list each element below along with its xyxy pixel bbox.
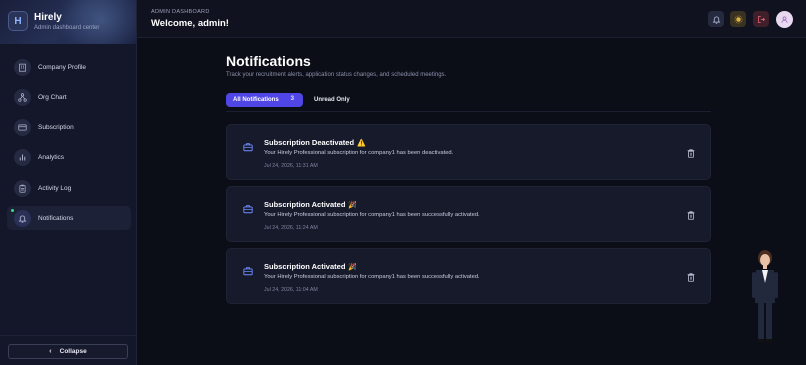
logout-button[interactable] xyxy=(753,11,769,27)
bar-chart-icon xyxy=(14,149,31,167)
collapse-label: Collapse xyxy=(59,348,87,355)
sidebar-item-company-profile[interactable]: Company Profile xyxy=(7,55,131,79)
brand-name: Hirely xyxy=(34,12,62,23)
sun-icon xyxy=(734,15,742,23)
logout-icon xyxy=(757,15,765,23)
notification-timestamp: Jul 24, 2026, 11:24 AM xyxy=(264,225,318,231)
briefcase-icon xyxy=(243,205,253,214)
notification-title-text: Subscription Activated xyxy=(264,262,346,271)
notification-tabs: All Notifications 3 Unread Only xyxy=(226,92,711,112)
notification-message: Your Hirely Professional subscription fo… xyxy=(264,274,480,280)
notification-title: Subscription Deactivated ⚠️ xyxy=(264,138,366,147)
header-eyebrow: ADMIN DASHBOARD xyxy=(151,9,210,15)
sidebar-item-subscription[interactable]: Subscription xyxy=(7,116,131,140)
trash-icon[interactable] xyxy=(687,211,695,220)
sidebar-item-analytics[interactable]: Analytics xyxy=(7,146,131,170)
sidebar-item-label: Company Profile xyxy=(38,63,87,71)
sidebar: H Hirely Admin dashboard center Company … xyxy=(0,0,137,365)
notifications-button[interactable] xyxy=(708,11,724,27)
collapse-button[interactable]: ‹ Collapse xyxy=(8,344,128,359)
sidebar-item-label: Activity Log xyxy=(38,184,72,192)
sidebar-item-org-chart[interactable]: Org Chart xyxy=(7,85,131,109)
tab-all-notifications[interactable]: All Notifications 3 xyxy=(226,93,303,107)
welcome-heading: Welcome, admin! xyxy=(151,18,229,29)
hirely-logo: H xyxy=(8,11,28,31)
bell-icon xyxy=(712,16,720,24)
org-chart-icon xyxy=(14,88,31,106)
sidebar-item-notifications[interactable]: Notifications xyxy=(7,206,131,231)
notification-timestamp: Jul 24, 2026, 11:31 AM xyxy=(264,163,318,169)
briefcase-icon xyxy=(243,143,253,152)
notification-title-text: Subscription Activated xyxy=(264,200,346,209)
sidebar-item-label: Notifications xyxy=(38,214,74,222)
tab-count-badge: 3 xyxy=(290,96,294,102)
notification-timestamp: Jul 24, 2026, 11:04 AM xyxy=(264,287,318,293)
notification-title: Subscription Activated 🎉 xyxy=(264,262,357,271)
notification-title: Subscription Activated 🎉 xyxy=(264,200,357,209)
warning-emoji-icon: ⚠️ xyxy=(357,140,366,147)
sidebar-item-label: Analytics xyxy=(38,154,65,162)
bell-icon xyxy=(14,209,31,227)
brand-subtitle: Admin dashboard center xyxy=(34,25,100,31)
tab-unread-only[interactable]: Unread Only xyxy=(314,97,350,103)
building-icon xyxy=(14,58,31,76)
notification-card[interactable]: Subscription Deactivated ⚠️ Your Hirely P… xyxy=(226,124,711,180)
page-subtitle: Track your recruitment alerts, applicati… xyxy=(226,72,447,78)
clipboard-icon xyxy=(14,179,31,197)
trash-icon[interactable] xyxy=(687,273,695,282)
page-title: Notifications xyxy=(226,53,311,69)
credit-card-icon xyxy=(14,119,31,137)
chevron-left-icon: ‹ xyxy=(49,348,52,355)
top-header: ADMIN DASHBOARD Welcome, admin! xyxy=(137,0,806,38)
trash-icon[interactable] xyxy=(687,149,695,158)
brand-header[interactable]: H Hirely Admin dashboard center xyxy=(0,0,136,44)
briefcase-icon xyxy=(243,267,253,276)
party-popper-emoji-icon: 🎉 xyxy=(348,202,358,209)
theme-toggle-button[interactable] xyxy=(730,11,746,27)
assistant-avatar-figure[interactable] xyxy=(748,248,782,348)
notification-message: Your Hirely Professional subscription fo… xyxy=(264,212,480,218)
notification-title-text: Subscription Deactivated xyxy=(264,138,355,147)
notification-message: Your Hirely Professional subscription fo… xyxy=(264,150,454,156)
sidebar-footer: ‹ Collapse xyxy=(0,335,137,365)
sidebar-item-label: Org Chart xyxy=(38,93,67,101)
notification-card[interactable]: Subscription Activated 🎉 Your Hirely Prof… xyxy=(226,248,711,304)
sidebar-item-activity-log[interactable]: Activity Log xyxy=(7,176,131,200)
sidebar-nav: Company Profile Org Chart Subscription A… xyxy=(7,55,131,237)
sidebar-item-label: Subscription xyxy=(38,124,74,132)
party-popper-emoji-icon: 🎉 xyxy=(348,264,358,271)
tab-label: All Notifications xyxy=(233,97,279,103)
notification-card[interactable]: Subscription Activated 🎉 Your Hirely Prof… xyxy=(226,186,711,242)
user-icon xyxy=(781,16,788,23)
active-indicator-dot xyxy=(11,209,14,213)
user-avatar[interactable] xyxy=(776,11,793,28)
